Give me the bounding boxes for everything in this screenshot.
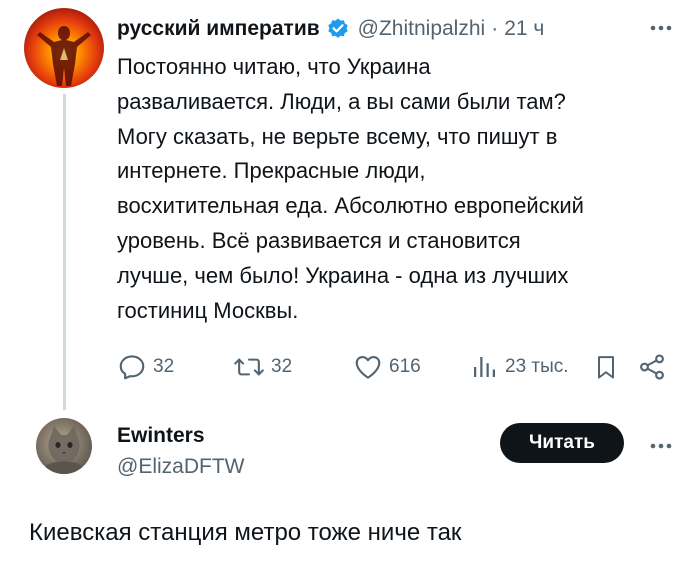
retweet-count: 32	[271, 356, 293, 377]
views-button[interactable]: 23 тыс.	[469, 350, 569, 384]
like-button[interactable]: 616	[353, 350, 421, 384]
tweet-time[interactable]: 21 ч	[504, 17, 544, 41]
avatar-cat-icon	[46, 426, 82, 474]
tweet-text: Постоянно читаю, что Украина разваливает…	[117, 54, 584, 323]
author-avatar[interactable]	[24, 8, 104, 88]
reply-icon	[119, 355, 145, 380]
more-options-icon[interactable]	[644, 14, 678, 42]
tweet-actions: 32 32 616 23 тыс.	[117, 350, 677, 384]
user-handle[interactable]: @ElizaDFTW	[117, 455, 244, 479]
verified-badge-icon	[326, 17, 350, 41]
reply-button[interactable]: 32	[117, 350, 174, 384]
user-more-options-icon[interactable]	[644, 432, 678, 460]
share-button[interactable]	[637, 350, 667, 384]
separator-dot: ·	[491, 17, 499, 40]
author-display-name[interactable]: русский императив	[117, 17, 320, 41]
avatar-figure-icon	[37, 26, 91, 86]
thread-line	[63, 94, 66, 410]
tweet-header: русский императив @Zhitnipalzhi · 21 ч	[117, 12, 544, 46]
tweet: русский императив @Zhitnipalzhi · 21 ч П…	[0, 0, 700, 410]
views-count: 23 тыс.	[505, 356, 569, 377]
user-display-name[interactable]: Ewinters	[117, 424, 205, 448]
analytics-icon	[474, 357, 495, 377]
bookmark-icon	[598, 356, 614, 379]
retweet-icon	[234, 358, 264, 376]
author-handle[interactable]: @Zhitnipalzhi	[358, 17, 486, 41]
heart-icon	[355, 355, 381, 379]
share-icon	[640, 354, 664, 380]
bookmark-button[interactable]	[592, 350, 620, 384]
user-avatar[interactable]	[36, 418, 92, 474]
like-count: 616	[389, 356, 421, 377]
retweet-button[interactable]: 32	[233, 350, 292, 384]
follow-button[interactable]: Читать	[500, 423, 624, 463]
user-bio: Киевская станция метро тоже ниче так	[29, 519, 462, 546]
reply-count: 32	[153, 356, 175, 377]
